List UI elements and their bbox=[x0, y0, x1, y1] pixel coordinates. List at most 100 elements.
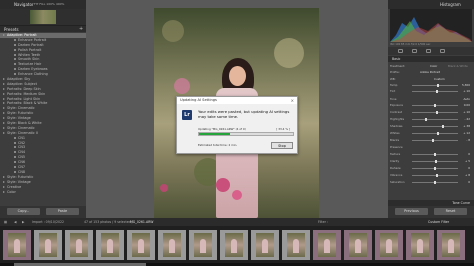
filmstrip-thumbnail[interactable] bbox=[3, 230, 31, 260]
treatment-color[interactable]: Color bbox=[430, 64, 437, 69]
crop-icon[interactable] bbox=[398, 49, 403, 53]
copy-button[interactable]: Copy... bbox=[7, 208, 40, 215]
profile-select[interactable]: Adobe Portrait bbox=[420, 70, 440, 75]
slider-knob[interactable] bbox=[436, 111, 439, 114]
temp-value[interactable]: 5,300 bbox=[462, 83, 470, 88]
filmstrip-thumbnail[interactable] bbox=[437, 230, 465, 260]
preset-group[interactable]: Color bbox=[0, 190, 86, 195]
preset-label: Portraits: Medium Skin bbox=[7, 91, 46, 96]
texture-slider[interactable] bbox=[412, 153, 458, 156]
tool-strip bbox=[388, 47, 474, 55]
previous-button[interactable]: Previous bbox=[395, 208, 428, 215]
navigator-header[interactable]: Navigator FIT FILL 100% 400% bbox=[0, 0, 86, 9]
filmstrip-thumbnail[interactable] bbox=[220, 230, 248, 260]
dialog-file-line: Updating "MG_0261.ARW" (4 of 9) [ 33.4 %… bbox=[198, 127, 294, 131]
whites-value[interactable]: + 12 bbox=[463, 131, 470, 136]
histogram-title: Histogram bbox=[440, 2, 461, 7]
filmstrip-thumbnail[interactable] bbox=[34, 230, 62, 260]
whites-slider[interactable] bbox=[412, 132, 458, 135]
exposure-slider[interactable] bbox=[412, 104, 458, 107]
saturation-value[interactable]: 0 bbox=[468, 180, 470, 185]
filmstrip-thumbnail[interactable] bbox=[375, 230, 403, 260]
filmstrip-thumbnail[interactable] bbox=[344, 230, 372, 260]
slider-knob[interactable] bbox=[435, 160, 438, 163]
wb-select[interactable]: Custom bbox=[434, 77, 445, 82]
slider-knob[interactable] bbox=[432, 139, 435, 142]
filmstrip-thumbnail[interactable] bbox=[189, 230, 217, 260]
source-label[interactable]: Import : 09/10/2022 bbox=[32, 218, 64, 226]
dialog-file-text: Updating "MG_0261.ARW" (4 of 9) bbox=[198, 127, 246, 131]
clarity-value[interactable]: + 5 bbox=[465, 159, 470, 164]
filmstrip-thumbnail[interactable] bbox=[282, 230, 310, 260]
preset-label: Darken Eyebrows bbox=[18, 67, 48, 72]
filmstrip-thumbnail[interactable] bbox=[65, 230, 93, 260]
vibrance-slider[interactable] bbox=[412, 174, 458, 177]
grid-view-icon[interactable]: ▦ bbox=[4, 218, 7, 226]
filmstrip-thumbnail[interactable] bbox=[127, 230, 155, 260]
highlights-value[interactable]: - 42 bbox=[465, 117, 470, 122]
tint-row: Tint + 10 bbox=[390, 89, 472, 94]
blacks-slider[interactable] bbox=[412, 139, 458, 142]
histogram-header[interactable]: Histogram bbox=[388, 0, 474, 9]
filmstrip-thumbnail[interactable] bbox=[96, 230, 124, 260]
blacks-value[interactable]: - 8 bbox=[466, 138, 470, 143]
disclosure-triangle-icon bbox=[3, 92, 5, 95]
slider-knob[interactable] bbox=[434, 153, 436, 156]
clarity-slider[interactable] bbox=[412, 160, 458, 163]
preset-label: Style: Futuristic bbox=[7, 174, 34, 179]
slider-knob[interactable] bbox=[441, 125, 444, 128]
contrast-slider[interactable] bbox=[412, 111, 458, 114]
tint-value[interactable]: + 10 bbox=[463, 89, 470, 94]
shadows-value[interactable]: + 38 bbox=[463, 124, 470, 129]
filter-select[interactable]: Custom Filter bbox=[428, 218, 449, 226]
treatment-row: Treatment: Color Black & White bbox=[390, 64, 472, 69]
dehaze-slider[interactable] bbox=[412, 167, 458, 170]
thumbnail-image bbox=[287, 233, 305, 257]
saturation-slider[interactable] bbox=[412, 181, 458, 184]
paste-button[interactable]: Paste bbox=[46, 208, 79, 215]
filmstrip-thumbnail[interactable] bbox=[158, 230, 186, 260]
right-panel: Histogram ISO 100 85 mm f/2.0 1/500 sec … bbox=[388, 0, 474, 218]
prev-arrow-icon[interactable]: ◀ bbox=[14, 218, 16, 226]
basic-header[interactable]: Basic bbox=[388, 56, 474, 62]
reset-button[interactable]: Reset bbox=[434, 208, 467, 215]
slider-knob[interactable] bbox=[434, 181, 436, 184]
thumbnail-image bbox=[163, 233, 181, 257]
redeye-icon[interactable] bbox=[426, 49, 431, 53]
filmstrip-thumbnail[interactable] bbox=[313, 230, 341, 260]
highlights-slider[interactable] bbox=[412, 118, 458, 121]
disclosure-triangle-icon bbox=[3, 78, 5, 81]
slider-knob[interactable] bbox=[434, 104, 436, 107]
navigator-preview[interactable] bbox=[0, 9, 86, 25]
shadows-slider-row: Shadows + 38 bbox=[390, 124, 472, 129]
tone-auto-button[interactable]: Auto bbox=[464, 97, 471, 102]
preset-icon bbox=[14, 63, 16, 66]
slider-knob[interactable] bbox=[436, 174, 439, 177]
mask-icon[interactable] bbox=[440, 49, 445, 53]
slider-knob[interactable] bbox=[434, 167, 436, 170]
contrast-value[interactable]: + 10 bbox=[463, 110, 470, 115]
presets-header[interactable]: Presets + bbox=[0, 25, 86, 32]
preset-label: Style: Vintage bbox=[7, 116, 31, 121]
filmstrip-thumbnail[interactable] bbox=[251, 230, 279, 260]
texture-value[interactable]: 0 bbox=[468, 152, 470, 157]
add-preset-icon[interactable]: + bbox=[79, 26, 83, 33]
close-icon[interactable]: × bbox=[291, 97, 294, 104]
slider-knob[interactable] bbox=[425, 118, 428, 121]
photo-count: 47 of 153 photos / 9 selected / bbox=[84, 220, 133, 224]
shadows-slider[interactable] bbox=[412, 125, 458, 128]
navigator-zoom-options[interactable]: FIT FILL 100% 400% bbox=[34, 0, 64, 9]
thumbnail-image bbox=[256, 233, 274, 257]
treatment-bw[interactable]: Black & White bbox=[448, 64, 468, 69]
thumbnail-image bbox=[132, 233, 150, 257]
stop-button[interactable]: Stop bbox=[271, 142, 293, 149]
preset-icon bbox=[14, 43, 16, 46]
right-buttons: Previous Reset bbox=[388, 206, 474, 218]
dehaze-value[interactable]: 0 bbox=[468, 166, 470, 171]
exposure-value[interactable]: 0.00 bbox=[464, 103, 470, 108]
slider-knob[interactable] bbox=[436, 132, 439, 135]
vibrance-value[interactable]: + 8 bbox=[465, 173, 470, 178]
filmstrip-thumbnail[interactable] bbox=[406, 230, 434, 260]
heal-icon[interactable] bbox=[412, 49, 417, 53]
next-arrow-icon[interactable]: ▶ bbox=[22, 218, 24, 226]
